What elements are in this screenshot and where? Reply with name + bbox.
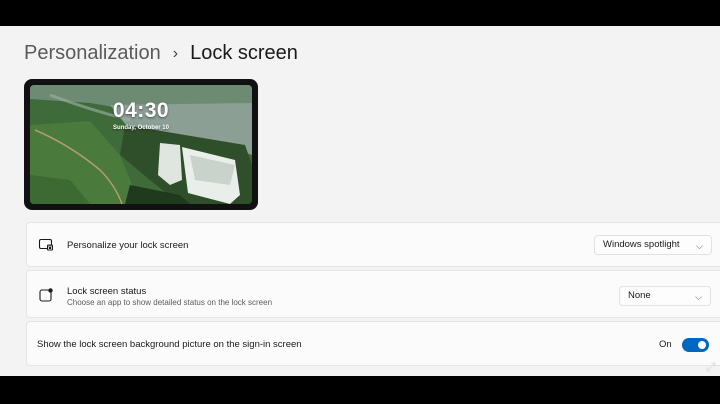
personalize-lock-screen-card[interactable]: Personalize your lock screen Windows spo… [26, 222, 720, 267]
status-app-icon [39, 288, 53, 302]
lock-screen-preview-image: 04:30 Sunday, October 10 [30, 85, 252, 204]
breadcrumb: Personalization › Lock screen [24, 42, 298, 65]
signin-background-label: Show the lock screen background picture … [37, 339, 302, 350]
lock-screen-clock: 04:30 [112, 99, 170, 122]
settings-window: Personalization › Lock screen 04:30 Sund… [0, 26, 720, 376]
lock-screen-monitor-icon [38, 238, 53, 251]
lock-screen-status-value: None [628, 290, 651, 301]
personalize-lock-screen-label: Personalize your lock screen [67, 240, 189, 251]
breadcrumb-separator-icon: › [172, 44, 179, 62]
lock-screen-status-dropdown[interactable]: None ⌵ [619, 286, 711, 306]
resize-icon[interactable] [706, 362, 716, 372]
lock-screen-status-card[interactable]: Lock screen status Choose an app to show… [26, 270, 720, 318]
personalize-lock-screen-dropdown[interactable]: Windows spotlight ⌵ [594, 235, 712, 255]
lock-screen-status-description: Choose an app to show detailed status on… [67, 298, 273, 307]
breadcrumb-personalization-link[interactable]: Personalization [24, 42, 161, 65]
page-title: Lock screen [190, 42, 298, 64]
signin-background-toggle[interactable] [682, 338, 709, 352]
lock-screen-status-label: Lock screen status [67, 286, 147, 297]
personalize-lock-screen-value: Windows spotlight [603, 239, 680, 250]
toggle-knob [698, 341, 706, 349]
chevron-down-icon: ⌵ [696, 241, 703, 251]
lock-screen-preview: 04:30 Sunday, October 10 [24, 79, 258, 210]
lock-screen-date: Sunday, October 10 [113, 125, 169, 131]
signin-background-state-label: On [659, 339, 672, 350]
chevron-down-icon: ⌵ [695, 292, 702, 302]
signin-background-card: Show the lock screen background picture … [26, 321, 720, 366]
